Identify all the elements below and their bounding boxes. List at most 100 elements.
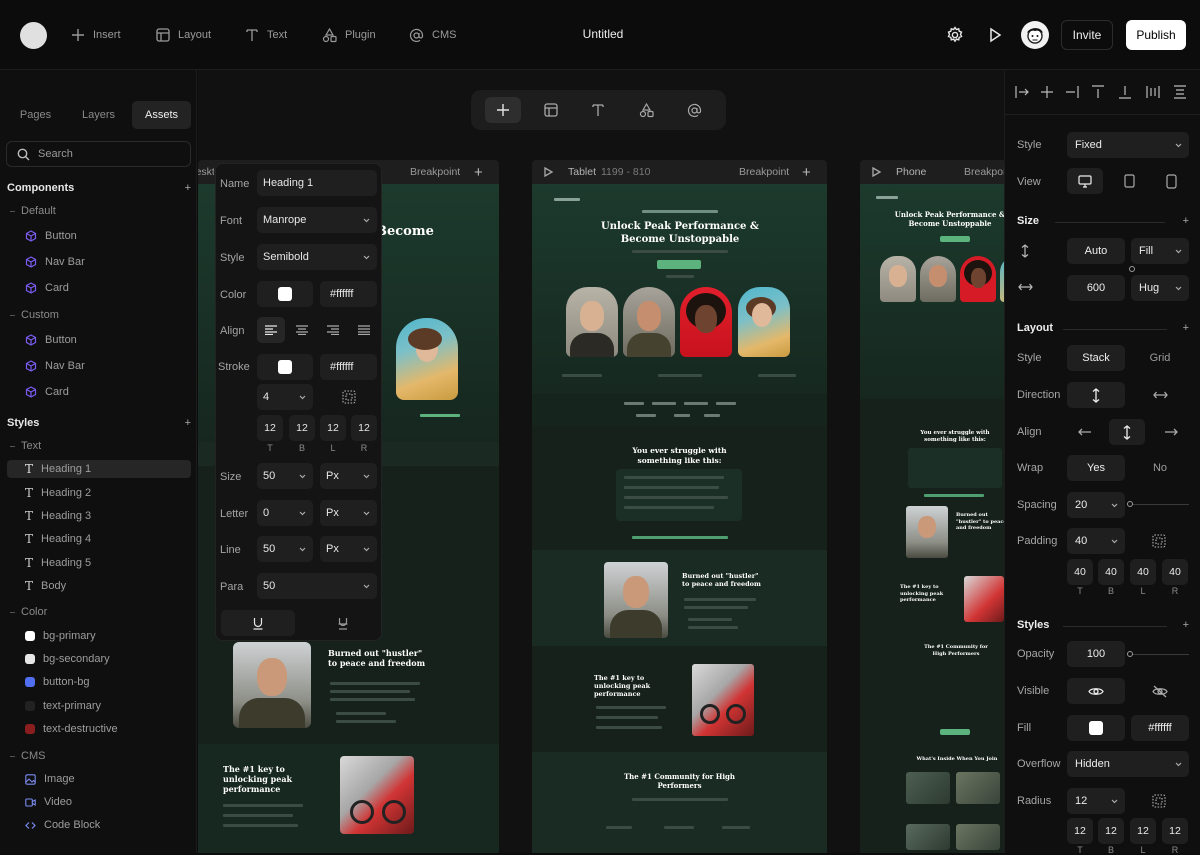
cms-image[interactable]: Image — [25, 770, 75, 788]
canvas-text-button[interactable] — [580, 97, 616, 123]
add-component-button[interactable]: + — [185, 182, 191, 194]
size-add-button[interactable]: + — [1183, 215, 1189, 227]
custom-component-card[interactable]: Card — [25, 383, 69, 401]
layout-button[interactable]: Layout — [156, 24, 211, 46]
stroke-right-input[interactable]: 12 — [351, 415, 377, 441]
radius-corners-icon[interactable] — [1152, 794, 1166, 808]
stroke-hex-input[interactable]: #ffffff — [320, 354, 377, 380]
view-tablet-button[interactable] — [1111, 168, 1147, 194]
align-horizontal-center-icon[interactable] — [1040, 85, 1054, 99]
color-text-primary[interactable]: text-primary — [25, 697, 101, 715]
canvas-plugin-button[interactable] — [628, 97, 664, 123]
text-styles-group[interactable]: Text — [10, 440, 41, 452]
stroke-top-input[interactable]: 12 — [257, 415, 283, 441]
view-desktop-button[interactable] — [1067, 168, 1103, 194]
stroke-bottom-input[interactable]: 12 — [289, 415, 315, 441]
width-input[interactable]: 600 — [1067, 275, 1125, 301]
opacity-slider-thumb[interactable] — [1127, 651, 1133, 657]
visible-show-button[interactable] — [1067, 678, 1125, 704]
fill-hex-input[interactable]: #ffffff — [1131, 715, 1189, 741]
component-nav-bar[interactable]: Nav Bar — [25, 253, 85, 271]
color-bg-primary[interactable]: bg-primary — [25, 627, 96, 645]
align-top-edge-icon[interactable] — [1091, 85, 1105, 99]
align-justify-button[interactable] — [350, 317, 378, 343]
width-mode-select[interactable]: Hug — [1131, 275, 1189, 301]
align-center-button[interactable] — [288, 317, 316, 343]
play-icon[interactable] — [870, 166, 882, 178]
radius-top-input[interactable]: 12 — [1067, 818, 1093, 844]
view-phone-button[interactable] — [1153, 168, 1189, 194]
layout-grid-button[interactable]: Grid — [1131, 345, 1189, 371]
stroke-swatch-button[interactable] — [257, 354, 313, 380]
cms-video[interactable]: Video — [25, 793, 72, 811]
text-style-heading-1[interactable]: T Heading 1 — [7, 460, 191, 478]
wrap-yes-button[interactable]: Yes — [1067, 455, 1125, 481]
size-select[interactable]: 50 — [257, 463, 313, 489]
tab-pages[interactable]: Pages — [6, 101, 65, 129]
cms-button[interactable]: CMS — [409, 24, 456, 46]
component-card[interactable]: Card — [25, 279, 69, 297]
tab-assets[interactable]: Assets — [132, 101, 191, 129]
plugin-button[interactable]: Plugin — [322, 24, 376, 46]
color-group[interactable]: Color — [10, 606, 47, 618]
style-select[interactable]: Fixed — [1067, 132, 1189, 158]
font-select[interactable]: Manrope — [257, 207, 377, 233]
layout-stack-button[interactable]: Stack — [1067, 345, 1125, 371]
stroke-sides-toggle[interactable] — [336, 384, 362, 410]
align-center-button[interactable] — [1109, 419, 1145, 445]
color-hex-input[interactable]: #ffffff — [320, 281, 377, 307]
direction-vertical-button[interactable] — [1067, 382, 1125, 408]
tablet-frame[interactable]: Unlock Peak Performance & Become Unstopp… — [532, 184, 827, 853]
size-unit-select[interactable]: Px — [320, 463, 377, 489]
styles-add-button[interactable]: + — [1183, 619, 1189, 631]
canvas-layout-button[interactable] — [533, 97, 569, 123]
play-icon[interactable] — [542, 166, 554, 178]
radius-bottom-input[interactable]: 12 — [1098, 818, 1124, 844]
radius-left-input[interactable]: 12 — [1130, 818, 1156, 844]
letter-unit-select[interactable]: Px — [320, 500, 377, 526]
padding-select[interactable]: 40 — [1067, 528, 1125, 554]
tablet-frame-header[interactable]: Tablet 1199 - 810 Breakpoint + — [532, 160, 827, 184]
fill-swatch-button[interactable] — [1067, 715, 1125, 741]
preview-button[interactable] — [985, 25, 1005, 45]
letter-select[interactable]: 0 — [257, 500, 313, 526]
layout-add-button[interactable]: + — [1183, 322, 1189, 334]
line-select[interactable]: 50 — [257, 536, 313, 562]
stroke-left-input[interactable]: 12 — [320, 415, 346, 441]
tab-layers[interactable]: Layers — [69, 101, 128, 129]
distribute-vertical-icon[interactable] — [1173, 85, 1187, 99]
line-unit-select[interactable]: Px — [320, 536, 377, 562]
text-style-heading-5[interactable]: T Heading 5 — [25, 554, 91, 572]
padding-bottom-input[interactable]: 40 — [1098, 559, 1124, 585]
radius-right-input[interactable]: 12 — [1162, 818, 1188, 844]
canvas-cms-button[interactable] — [676, 97, 712, 123]
text-style-heading-2[interactable]: T Heading 2 — [25, 484, 91, 502]
height-mode-select[interactable]: Fill — [1131, 238, 1189, 264]
insert-button[interactable]: Insert — [71, 24, 121, 46]
align-right-edge-icon[interactable] — [1065, 85, 1079, 99]
align-right-button[interactable] — [319, 317, 347, 343]
opacity-input[interactable]: 100 — [1067, 641, 1125, 667]
text-style-heading-3[interactable]: T Heading 3 — [25, 507, 91, 525]
padding-top-input[interactable]: 40 — [1067, 559, 1093, 585]
name-input[interactable]: Heading 1 — [257, 170, 377, 196]
add-style-button[interactable]: + — [185, 417, 191, 429]
para-select[interactable]: 50 — [257, 573, 377, 599]
direction-horizontal-button[interactable] — [1131, 382, 1189, 408]
invite-button[interactable]: Invite — [1061, 20, 1113, 50]
color-text-destructive[interactable]: text-destructive — [25, 720, 118, 738]
underline-button[interactable] — [221, 610, 295, 636]
canvas-insert-button[interactable] — [484, 97, 521, 123]
search-input[interactable]: Search — [6, 141, 191, 167]
color-swatch-button[interactable] — [257, 281, 313, 307]
publish-button[interactable]: Publish — [1126, 20, 1186, 50]
add-breakpoint-icon[interactable]: + — [474, 164, 483, 181]
distribute-horizontal-icon[interactable] — [1146, 85, 1160, 99]
text-style-heading-4[interactable]: T Heading 4 — [25, 530, 91, 548]
custom-component-nav-bar[interactable]: Nav Bar — [25, 357, 85, 375]
spacing-slider-track[interactable] — [1131, 504, 1189, 505]
stroke-width-select[interactable]: 4 — [257, 384, 313, 410]
align-left-edge-icon[interactable] — [1015, 85, 1029, 99]
text-button[interactable]: Text — [245, 24, 287, 46]
align-bottom-edge-icon[interactable] — [1118, 85, 1132, 99]
